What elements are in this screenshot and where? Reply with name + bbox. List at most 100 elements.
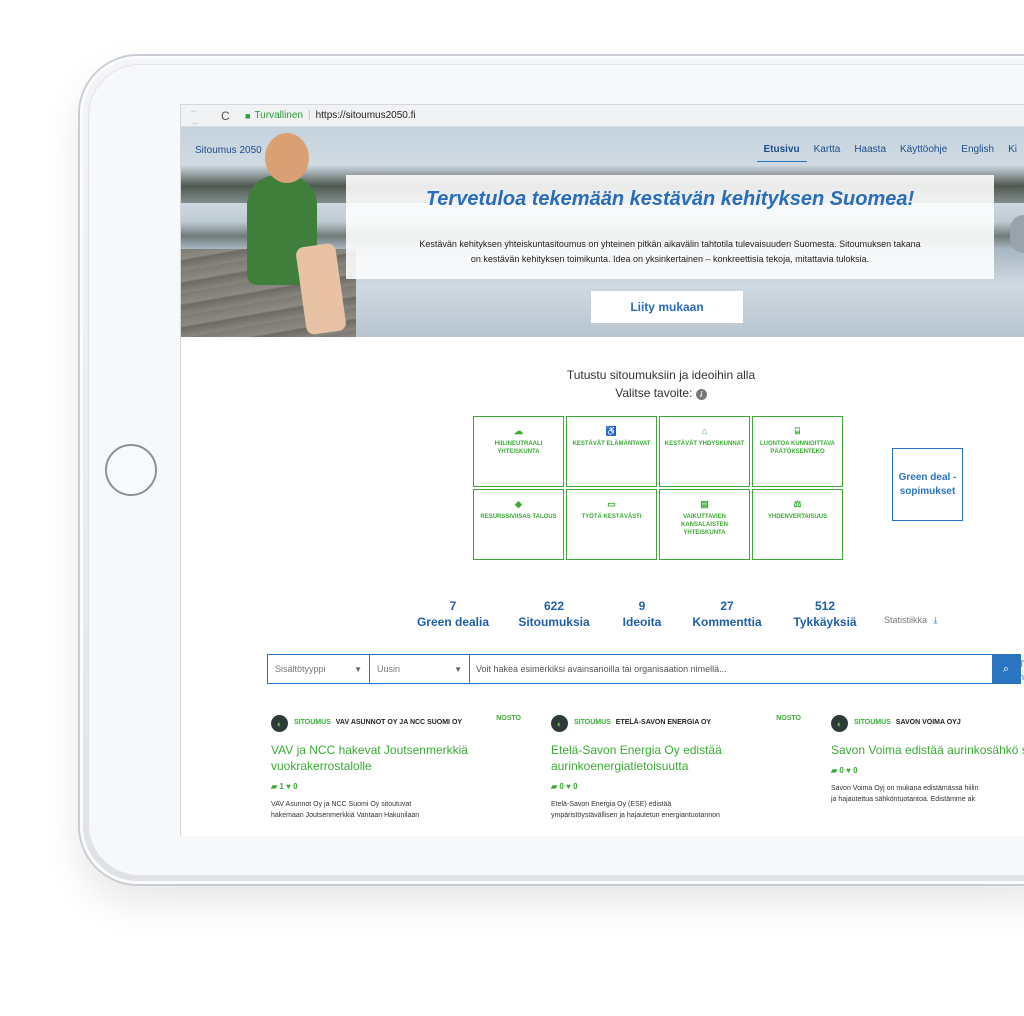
search-bar: Sisältötyyppi ▼ Uusin ▼ Voit hakea esime… bbox=[267, 654, 1021, 684]
statistics-label: Statistiikka bbox=[884, 615, 928, 625]
search-button[interactable]: ⌕ bbox=[992, 655, 1020, 683]
join-button[interactable]: Liity mukaan bbox=[591, 291, 743, 323]
card-description: VAV Asunnot Oy ja NCC Suomi Oy sitoutuva… bbox=[271, 799, 521, 821]
nav-etusivu[interactable]: Etusivu bbox=[756, 144, 807, 162]
heart-icon[interactable]: ♥ bbox=[566, 782, 571, 791]
stats-row: 7 Green dealia 622 Sitoumuksia 9 Ideoita… bbox=[409, 599, 869, 629]
info-icon[interactable]: i bbox=[695, 389, 707, 400]
stat-kommenttia[interactable]: 27 Kommenttia bbox=[673, 599, 781, 629]
goal-label: KESTÄVÄT YHDYSKUNNAT bbox=[664, 441, 745, 447]
comment-count: 1 bbox=[279, 782, 284, 791]
browser-address-bar: ← → C ■ Turvallinen | https://sitoumus20… bbox=[181, 105, 1024, 128]
card-title[interactable]: VAV ja NCC hakevat Joutsenmerkkiä vuokra… bbox=[271, 742, 521, 774]
nav-english[interactable]: English bbox=[954, 144, 1001, 162]
card-meta: SITOUMUS ETELÄ-SAVON ENERGIA OY bbox=[574, 715, 711, 727]
card-title[interactable]: Savon Voima edistää aurinkosähkö sähköis… bbox=[831, 742, 1024, 758]
goals-intro-text: Tutustu sitoumuksiin ja ideoihin alla bbox=[566, 368, 756, 382]
stat-number: 9 bbox=[638, 599, 646, 613]
content-type-value: Sisältötyyppi bbox=[275, 664, 326, 674]
goal-label: KESTÄVÄT ELÄMÄNTAVAT bbox=[572, 441, 651, 447]
goal-yhdenvertaisuus[interactable]: ⚖ YHDENVERTAISUUS bbox=[752, 489, 843, 560]
house-icon: ⌂ bbox=[701, 426, 708, 436]
hero-title: Tervetuloa tekemään kestävän kehityksen … bbox=[425, 188, 915, 210]
stat-label: Green dealia bbox=[416, 615, 490, 629]
goal-kestavat-elamantavat[interactable]: ♿ KESTÄVÄT ELÄMÄNTAVAT bbox=[566, 416, 657, 487]
hero-description-line-2: on kestävän kehityksen toimikunta. Idea … bbox=[470, 254, 870, 264]
search-icon: ⌕ bbox=[1002, 662, 1010, 675]
goal-label: RESURSSIVIISAS TALOUS bbox=[480, 514, 557, 520]
heart-icon[interactable]: ♥ bbox=[286, 782, 291, 791]
goal-kestavat-yhdyskunnat[interactable]: ⌂ KESTÄVÄT YHDYSKUNNAT bbox=[659, 416, 750, 487]
institution-icon: ⌸ bbox=[794, 426, 801, 436]
card-description: Savon Voima Oyj on mukana edistämässä hi… bbox=[831, 783, 1024, 805]
stat-label: Ideoita bbox=[622, 615, 662, 629]
secure-label: Turvallinen bbox=[254, 110, 303, 121]
commitment-card[interactable]: ◐ SITOUMUS VAV ASUNNOT OY JA NCC SUOMI O… bbox=[271, 715, 521, 836]
search-input[interactable]: Voit hakea esimerkiksi avainsanoilla tai… bbox=[470, 655, 992, 683]
card-header: ◐ SITOUMUS VAV ASUNNOT OY JA NCC SUOMI O… bbox=[271, 715, 521, 732]
like-count: 0 bbox=[293, 782, 298, 791]
sort-select[interactable]: Uusin ▼ bbox=[370, 655, 470, 683]
goal-luontoa-kunnioittava[interactable]: ⌸ LUONTOA KUNNIOITTAVA PÄÄTÖKSENTEKO bbox=[752, 416, 843, 487]
caret-down-icon: ▼ bbox=[454, 664, 462, 674]
hero-child-head bbox=[265, 133, 309, 183]
url-text[interactable]: https://sitoumus2050.fi bbox=[316, 110, 416, 121]
main-navigation: Etusivu Kartta Haasta Käyttöohje English… bbox=[756, 144, 1024, 162]
stat-ideoita[interactable]: 9 Ideoita bbox=[611, 599, 673, 629]
card-type: SITOUMUS bbox=[854, 719, 891, 726]
tablet-home-button[interactable] bbox=[105, 444, 157, 496]
back-forward-icon[interactable]: ← → bbox=[181, 105, 221, 128]
carousel-next-handle[interactable] bbox=[1010, 215, 1024, 253]
card-counts: ▰ 1 ♥ 0 bbox=[271, 782, 521, 791]
nav-kayttoohje[interactable]: Käyttöohje bbox=[893, 144, 954, 162]
stat-sitoumuksia[interactable]: 622 Sitoumuksia bbox=[497, 599, 611, 629]
stat-green-deals[interactable]: 7 Green dealia bbox=[409, 599, 497, 629]
cut-off-link[interactable]: T h bbox=[1019, 658, 1024, 684]
tag-icon: ◆ bbox=[515, 499, 522, 509]
site-logo[interactable]: Sitoumus 2050 bbox=[195, 145, 262, 156]
card-organization[interactable]: SAVON VOIMA OYJ bbox=[896, 719, 961, 726]
hero-banner: Sitoumus 2050 Etusivu Kartta Haasta Käyt… bbox=[181, 127, 1024, 337]
goal-hiilineutraali[interactable]: ☁ HIILINEUTRAALI YHTEISKUNTA bbox=[473, 416, 564, 487]
goal-resurssiviisas-talous[interactable]: ◆ RESURSSIVIISAS TALOUS bbox=[473, 489, 564, 560]
comment-icon: ▰ bbox=[271, 782, 278, 791]
like-count: 0 bbox=[573, 782, 578, 791]
choose-goal-row: Valitse tavoite: i bbox=[481, 384, 841, 402]
chat-icon: ▤ bbox=[700, 499, 709, 509]
stat-tykkayksia[interactable]: 512 Tykkäyksiä bbox=[781, 599, 869, 629]
commitment-card[interactable]: ◐ SITOUMUS ETELÄ-SAVON ENERGIA OY NOSTO … bbox=[551, 715, 801, 836]
card-header: ◐ SITOUMUS SAVON VOIMA OYJ bbox=[831, 715, 1024, 732]
goal-label: LUONTOA KUNNIOITTAVA PÄÄTÖKSENTEKO bbox=[760, 441, 835, 455]
comment-icon: ▰ bbox=[551, 782, 558, 791]
nav-haasta[interactable]: Haasta bbox=[847, 144, 893, 162]
lock-icon: ■ bbox=[245, 110, 251, 121]
stat-number: 27 bbox=[720, 599, 734, 613]
goal-label: TYÖTÄ KESTÄVÄSTI bbox=[581, 514, 642, 520]
content-type-select[interactable]: Sisältötyyppi ▼ bbox=[268, 655, 370, 683]
card-title[interactable]: Etelä-Savon Energia Oy edistää aurinkoen… bbox=[551, 742, 801, 774]
card-description-line-1: Etelä-Savon Energia Oy (ESE) edistää bbox=[551, 801, 672, 808]
organization-logo-icon: ◐ bbox=[831, 715, 848, 732]
commitment-card[interactable]: ◐ SITOUMUS SAVON VOIMA OYJ Savon Voima e… bbox=[831, 715, 1024, 836]
card-organization[interactable]: VAV ASUNNOT OY JA NCC SUOMI OY bbox=[336, 719, 462, 726]
card-organization[interactable]: ETELÄ-SAVON ENERGIA OY bbox=[616, 719, 711, 726]
stat-label: Sitoumuksia bbox=[518, 615, 590, 629]
goal-label: HIILINEUTRAALI YHTEISKUNTA bbox=[494, 441, 543, 455]
download-icon: ⤓ bbox=[933, 615, 938, 625]
statistics-link[interactable]: Statistiikka ⤓ bbox=[884, 615, 938, 626]
stage: ← → C ■ Turvallinen | https://sitoumus20… bbox=[0, 0, 1024, 1016]
card-description-line-1: VAV Asunnot Oy ja NCC Suomi Oy sitoutuva… bbox=[271, 801, 412, 808]
bicycle-icon: ♿ bbox=[605, 426, 618, 436]
reload-icon[interactable]: C bbox=[221, 109, 239, 123]
url-field[interactable]: ■ Turvallinen | https://sitoumus2050.fi bbox=[239, 108, 422, 124]
nav-ki[interactable]: Ki bbox=[1001, 144, 1024, 162]
featured-badge: NOSTO bbox=[496, 715, 521, 722]
heart-icon[interactable]: ♥ bbox=[846, 766, 851, 775]
green-deal-button[interactable]: Green deal -sopimukset bbox=[892, 448, 963, 521]
goal-tyota-kestavasti[interactable]: ▭ TYÖTÄ KESTÄVÄSTI bbox=[566, 489, 657, 560]
nav-kartta[interactable]: Kartta bbox=[807, 144, 848, 162]
goal-vaikuttavien-kansalaisten[interactable]: ▤ VAIKUTTAVIEN KANSALAISTEN YHTEISKUNTA bbox=[659, 489, 750, 560]
cut-off-link-line-1: T bbox=[1019, 659, 1024, 669]
goal-label: VAIKUTTAVIEN KANSALAISTEN YHTEISKUNTA bbox=[680, 514, 728, 536]
hero-description-line-1: Kestävän kehityksen yhteiskuntasitoumus … bbox=[419, 239, 921, 249]
